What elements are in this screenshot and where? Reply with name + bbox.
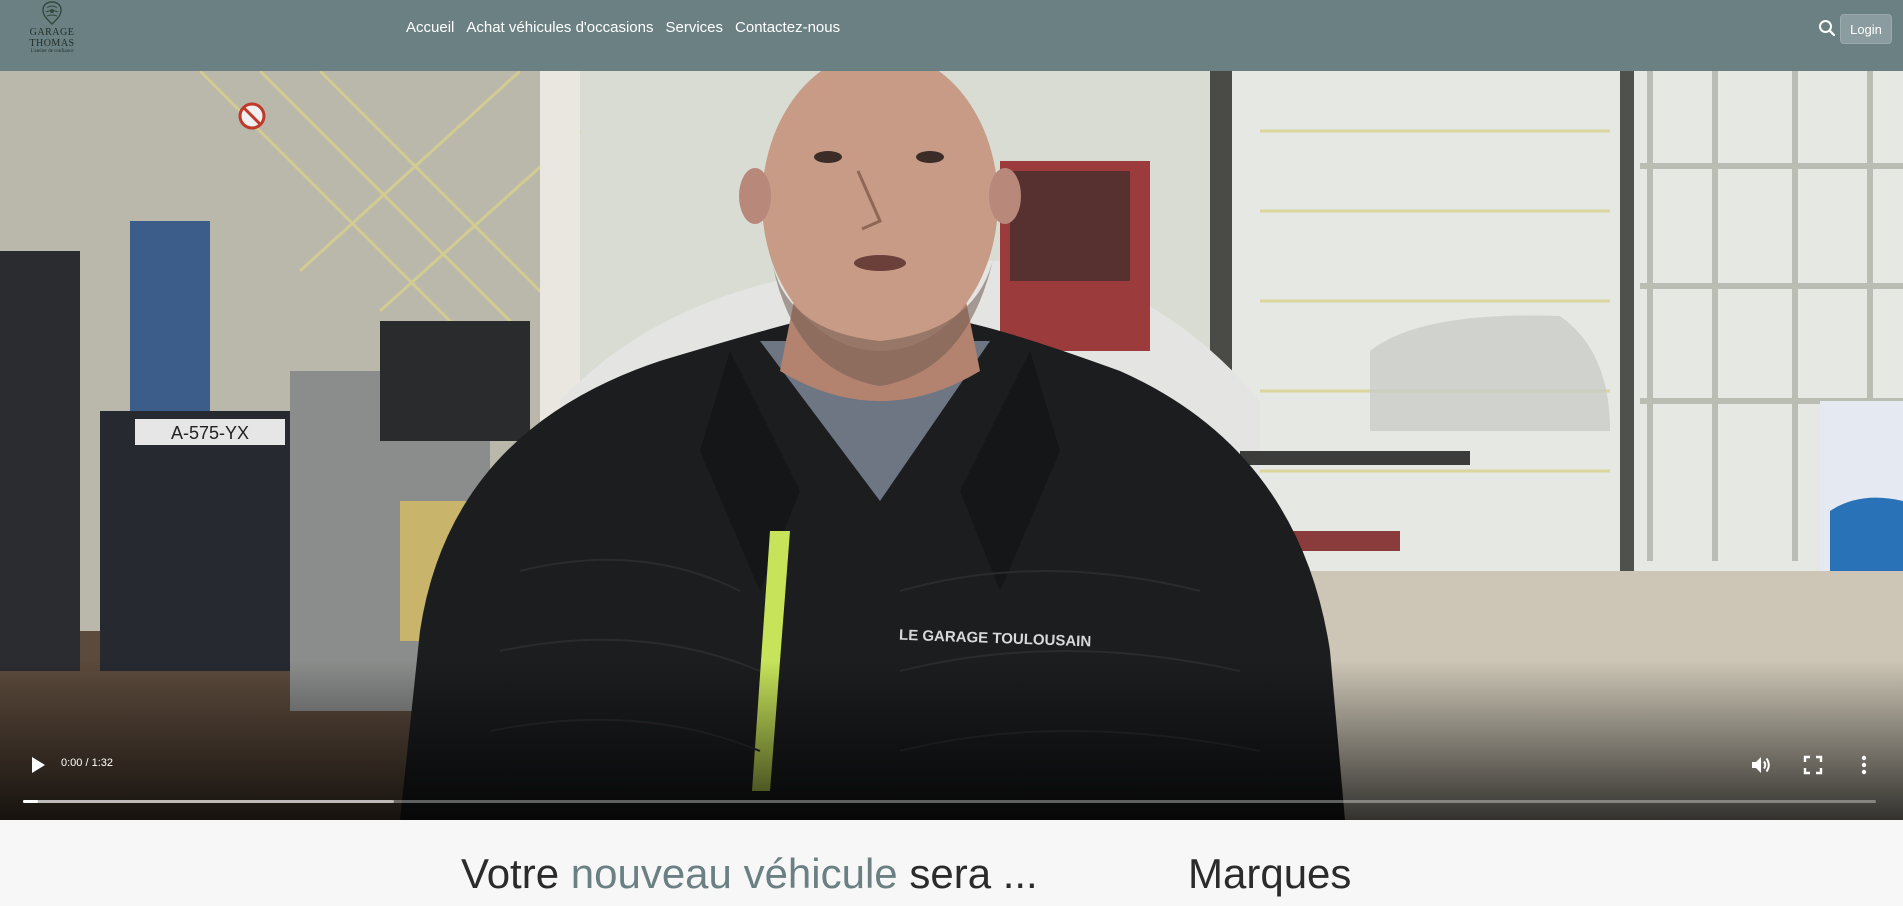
video-time-display: 0:00 / 1:32	[61, 757, 113, 769]
volume-button[interactable]	[1749, 753, 1773, 777]
site-logo[interactable]: GARAGE THOMAS L'atelier de confiance	[10, 0, 94, 54]
nav-item-services[interactable]: Services	[660, 18, 730, 38]
nav-item-achat-vehicules[interactable]: Achat véhicules d'occasions	[460, 18, 659, 38]
play-button[interactable]	[26, 754, 48, 776]
nav-item-accueil[interactable]: Accueil	[400, 18, 460, 38]
site-header: GARAGE THOMAS L'atelier de confiance Acc…	[0, 0, 1903, 71]
logo-title: GARAGE THOMAS	[29, 27, 75, 49]
volume-icon	[1752, 757, 1770, 773]
nav-item-contact[interactable]: Contactez-nous	[729, 18, 846, 38]
brands-section-title: Marques	[1188, 850, 1352, 897]
page-headline: Votre nouveau véhicule sera ...	[461, 850, 1038, 898]
headline-accent: nouveau véhicule	[570, 850, 898, 897]
video-played-bar	[23, 800, 38, 803]
video-controls-overlay	[0, 660, 1903, 820]
fullscreen-button[interactable]	[1801, 753, 1825, 777]
search-icon	[1819, 20, 1836, 37]
more-vertical-icon	[1861, 755, 1867, 775]
license-plate-text: A-575-YX	[171, 423, 249, 443]
search-button[interactable]	[1816, 17, 1838, 39]
video-player[interactable]: A-575-YX LE GARAGE TOULOUSAIN 0:00 / 1:3…	[0, 71, 1903, 820]
video-progress-bar[interactable]	[23, 800, 1876, 803]
fullscreen-icon	[1803, 755, 1823, 775]
headline-prefix: Votre	[461, 850, 560, 897]
video-buffer-bar	[23, 800, 394, 803]
login-button[interactable]: Login	[1840, 14, 1892, 44]
play-icon	[32, 757, 45, 773]
crest-emblem-icon	[42, 1, 62, 25]
main-nav: Accueil Achat véhicules d'occasions Serv…	[400, 18, 846, 38]
headline-suffix: sera ...	[909, 850, 1038, 897]
more-options-button[interactable]	[1854, 753, 1874, 777]
logo-subtitle: L'atelier de confiance	[30, 49, 74, 54]
